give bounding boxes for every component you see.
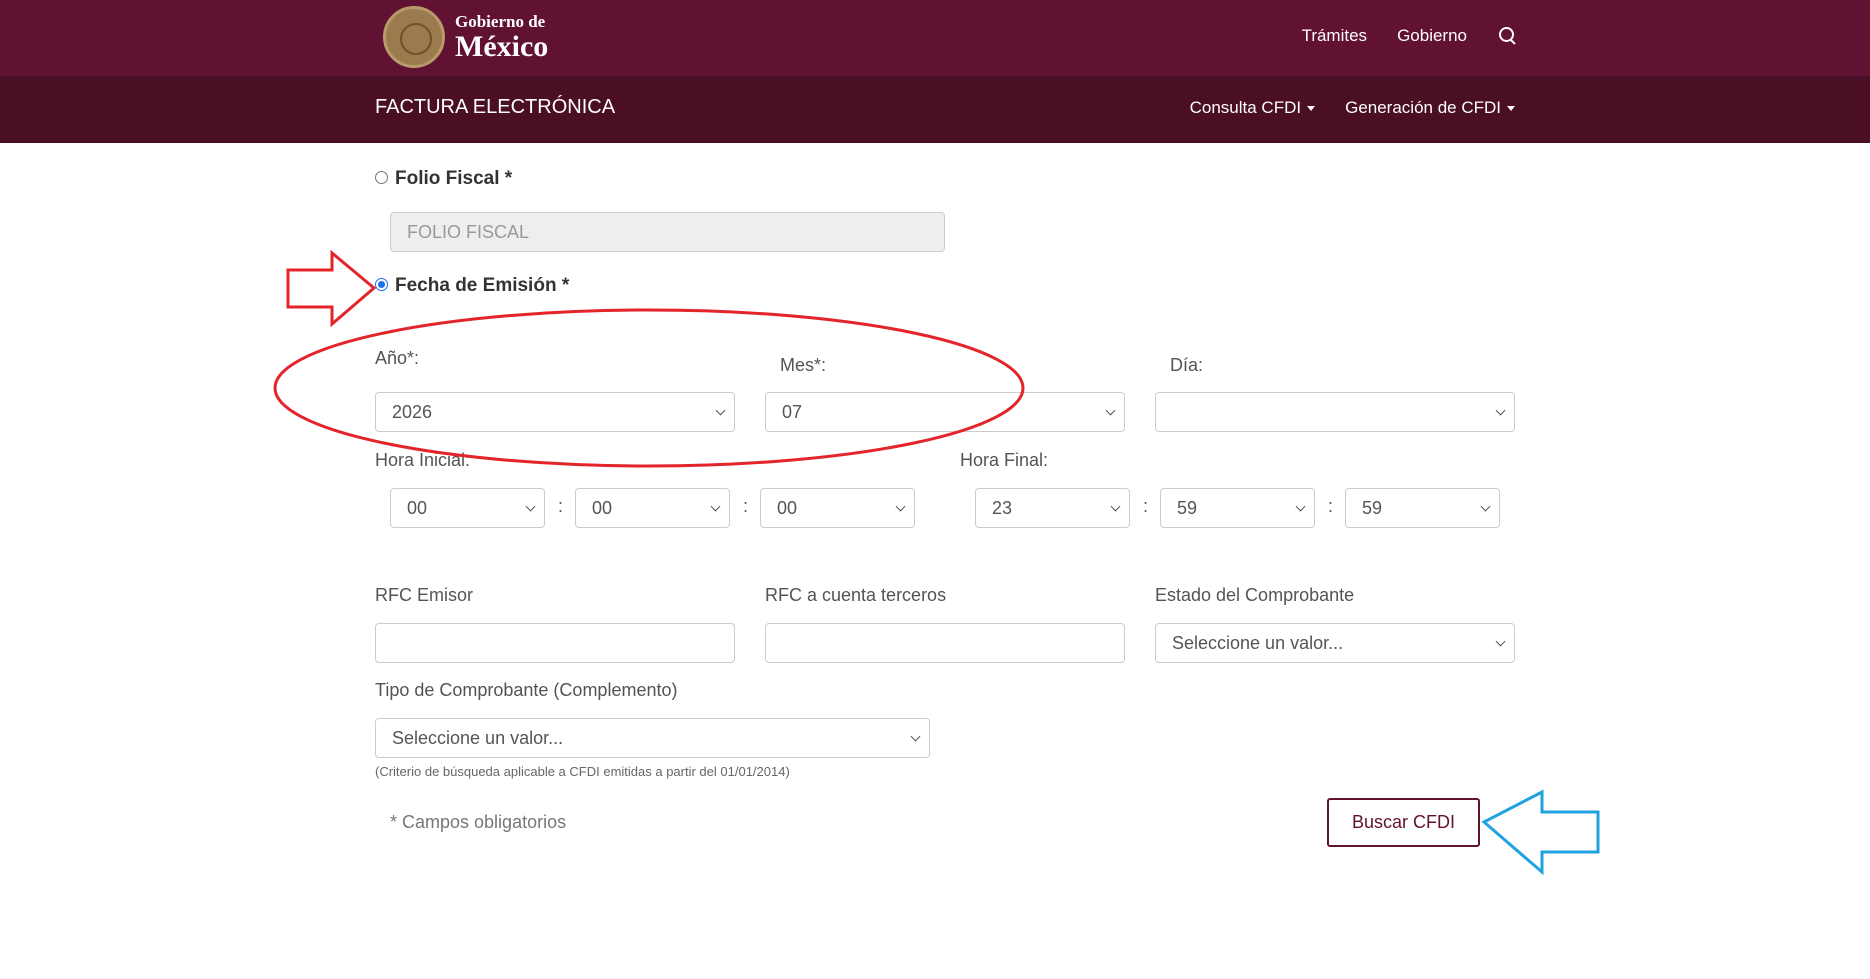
blue-arrow-annotation <box>1481 789 1600 876</box>
anio-value: 2026 <box>392 401 433 422</box>
hora-final-hh-value: 23 <box>992 497 1013 518</box>
hora-inicial-mm-value: 00 <box>592 497 613 518</box>
mes-label: Mes*: <box>780 355 827 375</box>
buscar-cfdi-button[interactable]: Buscar CFDI <box>1327 798 1480 847</box>
chevron-down-icon <box>710 501 721 512</box>
hora-inicial-hh-select[interactable]: 00 <box>390 488 545 528</box>
rfc-emisor-input[interactable] <box>375 623 735 663</box>
red-ellipse-annotation <box>273 308 1025 468</box>
fecha-emision-label: Fecha de Emisión * <box>395 275 570 296</box>
hora-inicial-hh-value: 00 <box>407 497 428 518</box>
folio-fiscal-input: FOLIO FISCAL <box>390 212 945 252</box>
chevron-down-icon <box>1495 636 1506 647</box>
search-icon[interactable] <box>1499 27 1517 45</box>
logo-big-text: México <box>455 29 549 63</box>
top-nav: Trámites Gobierno <box>1302 26 1517 46</box>
seal-icon <box>383 6 445 68</box>
section-title[interactable]: FACTURA ELECTRÓNICA <box>375 96 615 119</box>
nav-tramites[interactable]: Trámites <box>1302 26 1368 46</box>
rfc-terceros-label: RFC a cuenta terceros <box>765 585 947 605</box>
logo-small-text: Gobierno de <box>455 11 546 31</box>
menu-generacion-cfdi[interactable]: Generación de CFDI <box>1345 98 1515 118</box>
mes-select[interactable]: 07 <box>765 392 1125 432</box>
time-separator: : <box>1143 496 1149 516</box>
folio-fiscal-radio[interactable] <box>375 171 388 184</box>
chevron-down-icon <box>910 731 921 742</box>
estado-comprobante-value: Seleccione un valor... <box>1172 632 1344 653</box>
chevron-down-icon <box>1105 405 1116 416</box>
menu-consulta-label: Consulta CFDI <box>1189 98 1302 117</box>
folio-fiscal-label: Folio Fiscal * <box>395 168 513 189</box>
hora-final-ss-value: 59 <box>1362 497 1383 518</box>
annotation-overlay <box>273 249 1600 876</box>
chevron-down-icon <box>895 501 906 512</box>
chevron-down-icon <box>1495 405 1506 416</box>
time-separator: : <box>1328 496 1334 516</box>
hora-inicial-ss-select[interactable]: 00 <box>760 488 915 528</box>
time-separator: : <box>743 496 749 516</box>
mes-value: 07 <box>782 401 803 422</box>
dia-select[interactable] <box>1155 392 1515 432</box>
hora-final-ss-select[interactable]: 59 <box>1345 488 1500 528</box>
hora-inicial-ss-value: 00 <box>777 497 798 518</box>
sub-navbar: FACTURA ELECTRÓNICA Consulta CFDI Genera… <box>0 76 1870 143</box>
rfc-emisor-label: RFC Emisor <box>375 585 473 605</box>
tipo-comprobante-value: Seleccione un valor... <box>392 727 564 748</box>
required-fields-note: * Campos obligatorios <box>390 812 567 832</box>
hora-final-hh-select[interactable]: 23 <box>975 488 1130 528</box>
anio-label: Año*: <box>375 348 420 368</box>
estado-comprobante-select[interactable]: Seleccione un valor... <box>1155 623 1515 663</box>
criterio-note: (Criterio de búsqueda aplicable a CFDI e… <box>375 764 790 779</box>
fecha-emision-radio[interactable] <box>375 278 388 291</box>
hora-inicial-mm-select[interactable]: 00 <box>575 488 730 528</box>
nav-gobierno[interactable]: Gobierno <box>1397 26 1467 46</box>
hora-inicial-label: Hora Inicial: <box>375 450 471 470</box>
hora-final-mm-value: 59 <box>1177 497 1198 518</box>
menu-generacion-label: Generación de CFDI <box>1345 98 1501 117</box>
red-arrow-annotation <box>286 249 377 328</box>
chevron-down-icon <box>1110 501 1121 512</box>
rfc-terceros-input[interactable] <box>765 623 1125 663</box>
hora-final-label: Hora Final: <box>960 450 1049 470</box>
gobierno-logo[interactable]: Gobierno de México <box>383 6 548 68</box>
tipo-comprobante-select[interactable]: Seleccione un valor... <box>375 718 930 758</box>
tipo-comprobante-label: Tipo de Comprobante (Complemento) <box>375 680 678 700</box>
dia-label: Día: <box>1170 355 1204 375</box>
anio-select[interactable]: 2026 <box>375 392 735 432</box>
caret-down-icon <box>1507 106 1515 112</box>
sub-nav: Consulta CFDI Generación de CFDI <box>1190 98 1515 118</box>
chevron-down-icon <box>715 405 726 416</box>
top-navbar: Gobierno de México Trámites Gobierno <box>0 0 1870 76</box>
caret-down-icon <box>1307 106 1316 112</box>
estado-comprobante-label: Estado del Comprobante <box>1155 585 1355 605</box>
hora-final-mm-select[interactable]: 59 <box>1160 488 1315 528</box>
chevron-down-icon <box>1295 501 1306 512</box>
time-separator: : <box>558 496 564 516</box>
menu-consulta-cfdi[interactable]: Consulta CFDI <box>1189 98 1316 118</box>
chevron-down-icon <box>1480 501 1491 512</box>
chevron-down-icon <box>525 501 536 512</box>
